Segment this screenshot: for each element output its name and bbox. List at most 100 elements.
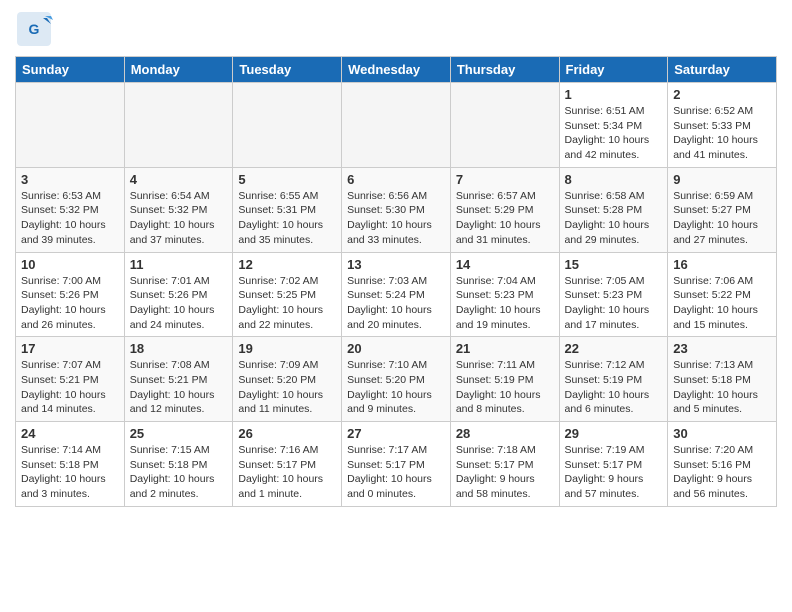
day-info: Sunrise: 7:06 AMSunset: 5:22 PMDaylight:… xyxy=(673,274,771,333)
day-number: 4 xyxy=(130,172,228,187)
calendar-cell: 14 Sunrise: 7:04 AMSunset: 5:23 PMDayligh… xyxy=(450,252,559,337)
calendar-cell: 25 Sunrise: 7:15 AMSunset: 5:18 PMDayligh… xyxy=(124,422,233,507)
day-number: 30 xyxy=(673,426,771,441)
day-info: Sunrise: 6:56 AMSunset: 5:30 PMDaylight:… xyxy=(347,189,445,248)
day-info: Sunrise: 7:03 AMSunset: 5:24 PMDaylight:… xyxy=(347,274,445,333)
day-number: 19 xyxy=(238,341,336,356)
day-number: 12 xyxy=(238,257,336,272)
day-info: Sunrise: 7:17 AMSunset: 5:17 PMDaylight:… xyxy=(347,443,445,502)
day-info: Sunrise: 7:01 AMSunset: 5:26 PMDaylight:… xyxy=(130,274,228,333)
calendar-cell: 28 Sunrise: 7:18 AMSunset: 5:17 PMDayligh… xyxy=(450,422,559,507)
day-number: 14 xyxy=(456,257,554,272)
weekday-header: Thursday xyxy=(450,57,559,83)
logo: G xyxy=(15,10,57,48)
calendar-cell xyxy=(124,83,233,168)
calendar-cell: 17 Sunrise: 7:07 AMSunset: 5:21 PMDayligh… xyxy=(16,337,125,422)
calendar-cell: 6 Sunrise: 6:56 AMSunset: 5:30 PMDaylight… xyxy=(342,167,451,252)
calendar-cell: 3 Sunrise: 6:53 AMSunset: 5:32 PMDaylight… xyxy=(16,167,125,252)
day-info: Sunrise: 7:20 AMSunset: 5:16 PMDaylight:… xyxy=(673,443,771,502)
day-info: Sunrise: 6:59 AMSunset: 5:27 PMDaylight:… xyxy=(673,189,771,248)
day-info: Sunrise: 7:02 AMSunset: 5:25 PMDaylight:… xyxy=(238,274,336,333)
day-info: Sunrise: 7:14 AMSunset: 5:18 PMDaylight:… xyxy=(21,443,119,502)
day-info: Sunrise: 7:04 AMSunset: 5:23 PMDaylight:… xyxy=(456,274,554,333)
day-number: 11 xyxy=(130,257,228,272)
calendar-cell: 13 Sunrise: 7:03 AMSunset: 5:24 PMDayligh… xyxy=(342,252,451,337)
day-number: 5 xyxy=(238,172,336,187)
calendar-week-row: 3 Sunrise: 6:53 AMSunset: 5:32 PMDaylight… xyxy=(16,167,777,252)
day-number: 25 xyxy=(130,426,228,441)
day-info: Sunrise: 7:12 AMSunset: 5:19 PMDaylight:… xyxy=(565,358,663,417)
calendar-cell: 22 Sunrise: 7:12 AMSunset: 5:19 PMDayligh… xyxy=(559,337,668,422)
day-number: 3 xyxy=(21,172,119,187)
day-number: 9 xyxy=(673,172,771,187)
day-info: Sunrise: 6:54 AMSunset: 5:32 PMDaylight:… xyxy=(130,189,228,248)
day-info: Sunrise: 7:18 AMSunset: 5:17 PMDaylight:… xyxy=(456,443,554,502)
day-number: 29 xyxy=(565,426,663,441)
day-number: 10 xyxy=(21,257,119,272)
day-info: Sunrise: 7:13 AMSunset: 5:18 PMDaylight:… xyxy=(673,358,771,417)
day-info: Sunrise: 7:09 AMSunset: 5:20 PMDaylight:… xyxy=(238,358,336,417)
weekday-header: Saturday xyxy=(668,57,777,83)
calendar-cell: 30 Sunrise: 7:20 AMSunset: 5:16 PMDayligh… xyxy=(668,422,777,507)
day-info: Sunrise: 6:58 AMSunset: 5:28 PMDaylight:… xyxy=(565,189,663,248)
day-number: 28 xyxy=(456,426,554,441)
day-number: 16 xyxy=(673,257,771,272)
calendar-cell xyxy=(342,83,451,168)
calendar-week-row: 1 Sunrise: 6:51 AMSunset: 5:34 PMDaylight… xyxy=(16,83,777,168)
calendar-cell: 15Sunrise: 7:05 AMSunset: 5:23 PMDayligh… xyxy=(559,252,668,337)
calendar-cell: 24 Sunrise: 7:14 AMSunset: 5:18 PMDayligh… xyxy=(16,422,125,507)
calendar-cell: 21 Sunrise: 7:11 AMSunset: 5:19 PMDayligh… xyxy=(450,337,559,422)
calendar-cell xyxy=(16,83,125,168)
day-number: 27 xyxy=(347,426,445,441)
day-info: Sunrise: 7:15 AMSunset: 5:18 PMDaylight:… xyxy=(130,443,228,502)
weekday-header: Tuesday xyxy=(233,57,342,83)
calendar-week-row: 17 Sunrise: 7:07 AMSunset: 5:21 PMDayligh… xyxy=(16,337,777,422)
calendar-cell: 10 Sunrise: 7:00 AMSunset: 5:26 PMDayligh… xyxy=(16,252,125,337)
calendar-cell xyxy=(233,83,342,168)
day-number: 17 xyxy=(21,341,119,356)
calendar-cell: 1 Sunrise: 6:51 AMSunset: 5:34 PMDaylight… xyxy=(559,83,668,168)
weekday-header: Sunday xyxy=(16,57,125,83)
day-number: 8 xyxy=(565,172,663,187)
calendar-cell: 11 Sunrise: 7:01 AMSunset: 5:26 PMDayligh… xyxy=(124,252,233,337)
day-number: 21 xyxy=(456,341,554,356)
page: G SundayMondayTuesdayWednesdayThursdayFr… xyxy=(0,0,792,517)
calendar-cell: 27 Sunrise: 7:17 AMSunset: 5:17 PMDayligh… xyxy=(342,422,451,507)
calendar-cell: 26 Sunrise: 7:16 AMSunset: 5:17 PMDayligh… xyxy=(233,422,342,507)
day-number: 1 xyxy=(565,87,663,102)
day-info: Sunrise: 6:57 AMSunset: 5:29 PMDaylight:… xyxy=(456,189,554,248)
calendar-week-row: 10 Sunrise: 7:00 AMSunset: 5:26 PMDayligh… xyxy=(16,252,777,337)
calendar-cell: 7 Sunrise: 6:57 AMSunset: 5:29 PMDaylight… xyxy=(450,167,559,252)
day-number: 13 xyxy=(347,257,445,272)
day-info: Sunrise: 6:55 AMSunset: 5:31 PMDaylight:… xyxy=(238,189,336,248)
calendar-table: SundayMondayTuesdayWednesdayThursdayFrid… xyxy=(15,56,777,507)
calendar-cell: 5 Sunrise: 6:55 AMSunset: 5:31 PMDaylight… xyxy=(233,167,342,252)
day-number: 7 xyxy=(456,172,554,187)
day-number: 22 xyxy=(565,341,663,356)
day-info: Sunrise: 7:07 AMSunset: 5:21 PMDaylight:… xyxy=(21,358,119,417)
calendar-header-row: SundayMondayTuesdayWednesdayThursdayFrid… xyxy=(16,57,777,83)
calendar-cell: 23 Sunrise: 7:13 AMSunset: 5:18 PMDayligh… xyxy=(668,337,777,422)
day-number: 26 xyxy=(238,426,336,441)
calendar-cell: 18Sunrise: 7:08 AMSunset: 5:21 PMDayligh… xyxy=(124,337,233,422)
calendar-cell: 2Sunrise: 6:52 AMSunset: 5:33 PMDaylight… xyxy=(668,83,777,168)
calendar-cell: 19 Sunrise: 7:09 AMSunset: 5:20 PMDayligh… xyxy=(233,337,342,422)
day-number: 20 xyxy=(347,341,445,356)
day-number: 24 xyxy=(21,426,119,441)
day-info: Sunrise: 7:05 AMSunset: 5:23 PMDaylight:… xyxy=(565,274,663,333)
day-info: Sunrise: 7:11 AMSunset: 5:19 PMDaylight:… xyxy=(456,358,554,417)
day-number: 6 xyxy=(347,172,445,187)
day-number: 23 xyxy=(673,341,771,356)
calendar-cell: 8 Sunrise: 6:58 AMSunset: 5:28 PMDaylight… xyxy=(559,167,668,252)
weekday-header: Monday xyxy=(124,57,233,83)
day-info: Sunrise: 7:00 AMSunset: 5:26 PMDaylight:… xyxy=(21,274,119,333)
day-info: Sunrise: 7:08 AMSunset: 5:21 PMDaylight:… xyxy=(130,358,228,417)
logo-icon: G xyxy=(15,10,53,48)
day-info: Sunrise: 6:53 AMSunset: 5:32 PMDaylight:… xyxy=(21,189,119,248)
calendar-cell: 29Sunrise: 7:19 AMSunset: 5:17 PMDayligh… xyxy=(559,422,668,507)
day-info: Sunrise: 7:16 AMSunset: 5:17 PMDaylight:… xyxy=(238,443,336,502)
day-info: Sunrise: 6:51 AMSunset: 5:34 PMDaylight:… xyxy=(565,104,663,163)
calendar-cell: 16 Sunrise: 7:06 AMSunset: 5:22 PMDayligh… xyxy=(668,252,777,337)
weekday-header: Friday xyxy=(559,57,668,83)
header: G xyxy=(15,10,777,48)
